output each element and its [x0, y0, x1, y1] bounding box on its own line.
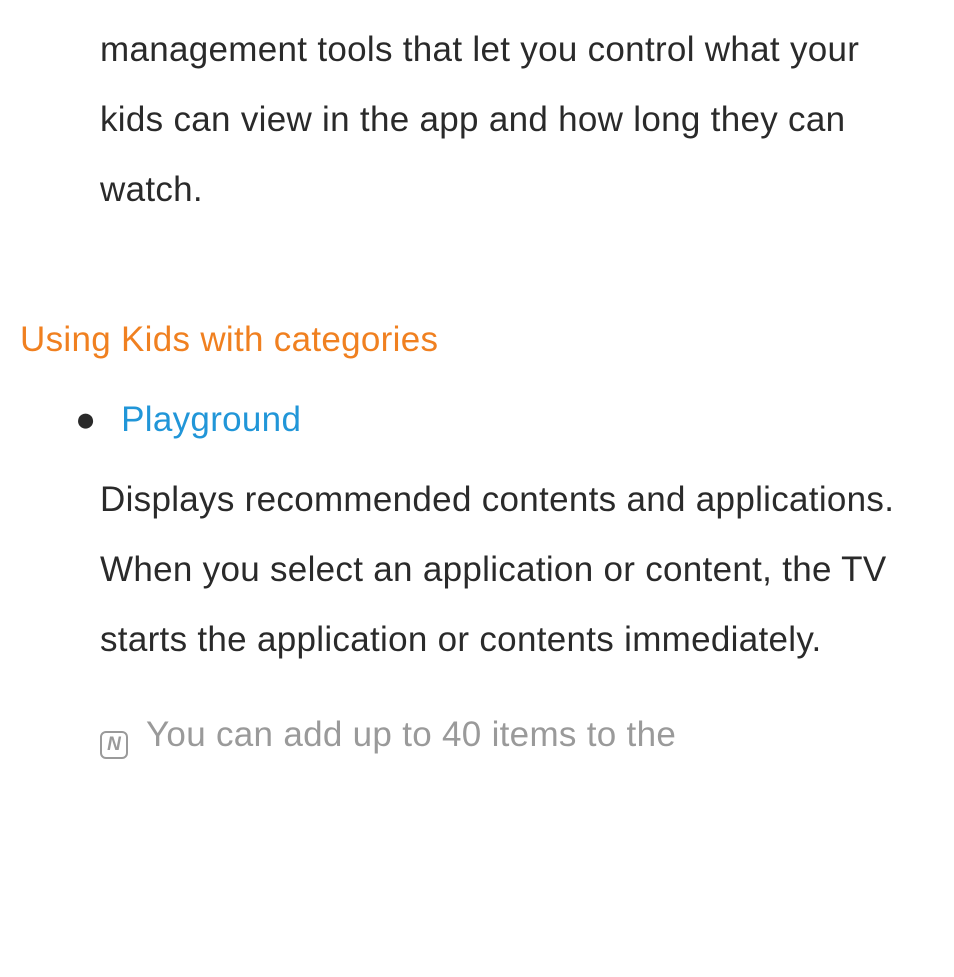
intro-paragraph: management tools that let you control wh… — [100, 0, 914, 255]
list-item: ● Playground — [100, 400, 914, 440]
note-row: N You can add up to 40 items to the — [100, 700, 914, 770]
bullet-icon: ● — [75, 400, 96, 440]
item-description: Displays recommended contents and applic… — [100, 465, 914, 675]
note-text: You can add up to 40 items to the — [146, 700, 676, 770]
item-title: Playground — [121, 400, 301, 440]
note-icon: N — [100, 731, 128, 759]
section-heading: Using Kids with categories — [20, 320, 914, 360]
